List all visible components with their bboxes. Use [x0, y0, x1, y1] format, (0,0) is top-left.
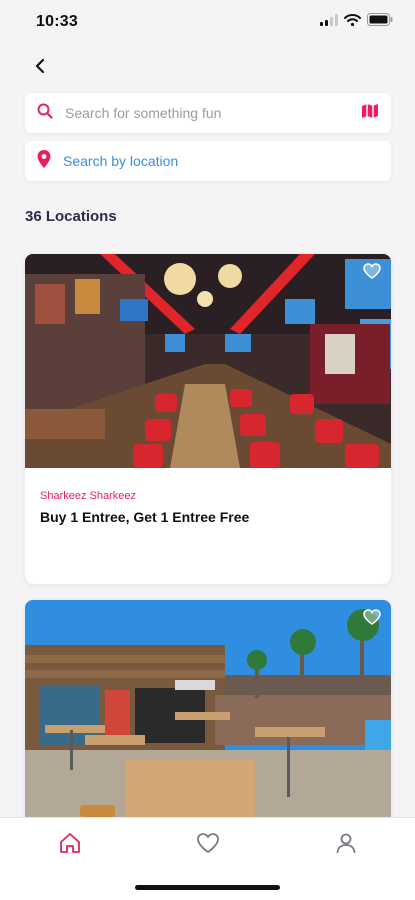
search-bar: [25, 93, 391, 133]
search-input[interactable]: [65, 105, 361, 121]
location-search-label: Search by location: [63, 153, 179, 169]
location-card[interactable]: [25, 600, 391, 830]
tab-home[interactable]: [57, 832, 83, 858]
tab-favorites[interactable]: [195, 832, 221, 858]
search-icon: [37, 103, 53, 124]
offer-title: Buy 1 Entree, Get 1 Entree Free: [40, 509, 250, 525]
tab-profile[interactable]: [333, 832, 359, 858]
location-photo: [25, 600, 391, 830]
status-icons: [320, 13, 393, 31]
signal-icon: [320, 13, 338, 31]
battery-icon: [367, 13, 393, 31]
heart-icon: [363, 608, 381, 630]
back-button[interactable]: [28, 56, 52, 80]
location-photo: [25, 254, 391, 468]
home-indicator: [135, 885, 280, 890]
favorite-button[interactable]: [361, 608, 383, 630]
status-bar: 10:33: [0, 0, 415, 44]
map-icon[interactable]: [361, 103, 379, 124]
chevron-left-icon: [34, 58, 46, 79]
location-search[interactable]: Search by location: [25, 141, 391, 181]
venue-name: Sharkeez Sharkeez: [40, 490, 136, 502]
results-count: 36 Locations: [25, 208, 117, 225]
wifi-icon: [344, 13, 361, 31]
heart-icon: [363, 262, 381, 284]
location-card[interactable]: Sharkeez Sharkeez Buy 1 Entree, Get 1 En…: [25, 254, 391, 584]
home-icon: [58, 832, 82, 859]
status-time: 10:33: [36, 13, 78, 30]
location-pin-icon: [37, 149, 51, 173]
card-body: Sharkeez Sharkeez Buy 1 Entree, Get 1 En…: [25, 468, 391, 525]
heart-icon: [196, 832, 220, 859]
user-icon: [335, 832, 357, 859]
favorite-button[interactable]: [361, 262, 383, 284]
